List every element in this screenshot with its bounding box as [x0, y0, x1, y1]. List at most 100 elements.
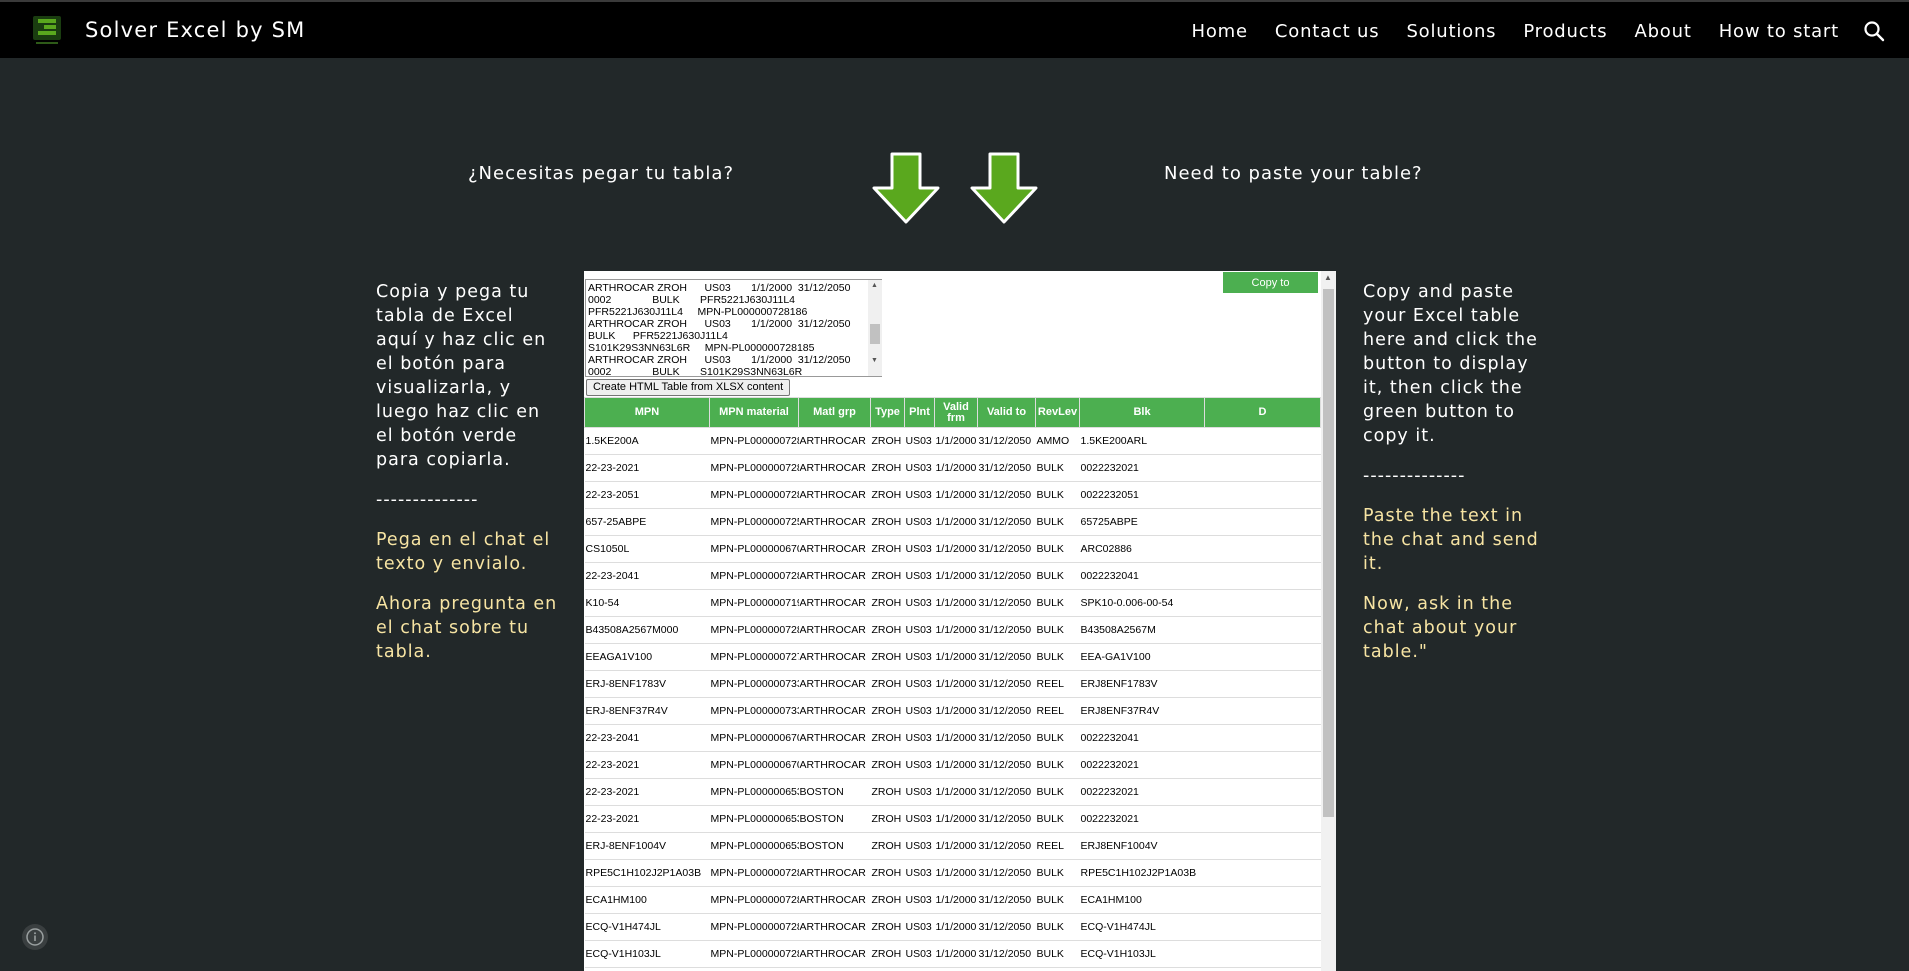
table-cell	[1204, 832, 1321, 860]
table-cell: BULK	[1035, 589, 1080, 617]
table-cell	[1204, 886, 1321, 914]
table-cell	[1204, 805, 1321, 833]
table-cell: ECQ-V1H103JL	[584, 940, 710, 968]
table-cell: ARTHROCAR	[798, 589, 871, 617]
table-cell: 1/1/2000	[934, 832, 978, 860]
table-cell	[1204, 913, 1321, 941]
table-cell	[1204, 751, 1321, 779]
solver-excel-logo[interactable]	[30, 14, 64, 48]
table-cell: US03	[904, 832, 935, 860]
table-row: 22-23-2021MPN-PL000000653237BOSTONZROHUS…	[584, 805, 1321, 833]
table-cell: 1.5KE200ARL	[1079, 427, 1205, 455]
table-cell: MPN-PL000000725259	[709, 508, 799, 536]
table-row: K10-54MPN-PL000000719739ARTHROCARZROHUS0…	[584, 589, 1321, 617]
paste-textarea[interactable]: ARTHROCAR ZROH US03 1/1/2000 31/12/2050 …	[585, 279, 882, 377]
table-cell: 22-23-2021	[584, 778, 710, 806]
embed-scrollbar[interactable]: ▲	[1321, 271, 1336, 971]
site-title[interactable]: Solver Excel by SM	[85, 18, 305, 42]
column-header: Valid frm	[934, 397, 978, 428]
table-cell: 31/12/2050	[977, 427, 1036, 455]
column-header: Type	[870, 397, 905, 428]
table-cell: BULK	[1035, 913, 1080, 941]
table-cell: ARTHROCAR	[798, 751, 871, 779]
nav-about[interactable]: About	[1634, 21, 1691, 42]
table-cell: 0022232021	[1079, 805, 1205, 833]
table-cell	[1204, 670, 1321, 698]
table-cell: BULK	[1035, 508, 1080, 536]
textarea-scrollbar-thumb[interactable]	[870, 324, 880, 344]
create-html-table-button[interactable]: Create HTML Table from XLSX content	[586, 379, 791, 396]
table-cell: MPN-PL000000728168	[709, 454, 799, 482]
table-row: ERJ-8ENF1783VMPN-PL000000733402ARTHROCAR…	[584, 670, 1321, 698]
table-cell: ZROH	[870, 643, 905, 671]
table-cell: US03	[904, 778, 935, 806]
copy-to-clipboard-button[interactable]: Copy to clipboard	[1223, 272, 1318, 310]
textarea-scrollbar[interactable]: ▲ ▼	[868, 280, 882, 376]
table-cell: ZROH	[870, 454, 905, 482]
table-cell	[1204, 427, 1321, 455]
table-cell: MPN-PL000000653214	[709, 832, 799, 860]
table-cell	[1204, 940, 1321, 968]
table-cell: US03	[904, 535, 935, 563]
table-cell: ARTHROCAR	[798, 670, 871, 698]
top-navigation-bar: Solver Excel by SM Home Contact us Solut…	[0, 0, 1909, 58]
nav-products[interactable]: Products	[1523, 21, 1607, 42]
table-cell: MPN-PL000000728217	[709, 886, 799, 914]
table-cell: 31/12/2050	[977, 562, 1036, 590]
table-cell: BULK	[1035, 751, 1080, 779]
table-cell: 31/12/2050	[977, 886, 1036, 914]
table-cell: ARTHROCAR	[798, 886, 871, 914]
table-cell: US03	[904, 481, 935, 509]
search-icon[interactable]	[1863, 20, 1885, 42]
table-cell: ARTHROCAR	[798, 859, 871, 887]
table-cell: ARTHROCAR	[798, 940, 871, 968]
table-cell: US03	[904, 724, 935, 752]
table-cell: ZROH	[870, 859, 905, 887]
instruction-text: Copia y pega tu tabla de Excel aquí y ha…	[376, 282, 547, 470]
info-icon[interactable]	[22, 924, 48, 950]
table-cell	[1204, 589, 1321, 617]
nav-contact-us[interactable]: Contact us	[1275, 21, 1380, 42]
table-cell: MPN-PL000000728178	[709, 427, 799, 455]
table-cell: 1/1/2000	[934, 535, 978, 563]
table-cell: 1/1/2000	[934, 805, 978, 833]
nav-solutions[interactable]: Solutions	[1406, 21, 1496, 42]
embed-scrollbar-thumb[interactable]	[1323, 289, 1334, 817]
table-cell: BULK	[1035, 724, 1080, 752]
table-cell: 0022232021	[1079, 454, 1205, 482]
table-cell: ZROH	[870, 805, 905, 833]
instructions-spanish: Copia y pega tu tabla de Excel aquí y ha…	[376, 280, 561, 680]
table-cell: ARTHROCAR	[798, 562, 871, 590]
heading-english: Need to paste your table?	[1164, 163, 1423, 184]
table-cell: 31/12/2050	[977, 805, 1036, 833]
table-cell: 31/12/2050	[977, 913, 1036, 941]
table-cell	[1204, 697, 1321, 725]
table-cell: 0022232021	[1079, 778, 1205, 806]
table-cell: 1/1/2000	[934, 724, 978, 752]
nav-how-to-start[interactable]: How to start	[1719, 21, 1839, 42]
table-cell: ARTHROCAR	[798, 427, 871, 455]
scroll-down-icon[interactable]: ▼	[871, 357, 878, 364]
table-row: B43508A2567M000MPN-PL000000728112ARTHROC…	[584, 616, 1321, 644]
table-cell: ECA1HM100	[584, 886, 710, 914]
table-cell: ZROH	[870, 913, 905, 941]
table-cell: BULK	[1035, 805, 1080, 833]
table-cell: MPN-PL000000728212	[709, 940, 799, 968]
table-cell: MPN-PL000000653237	[709, 805, 799, 833]
scroll-up-icon[interactable]: ▲	[871, 282, 878, 289]
table-cell: US03	[904, 859, 935, 887]
table-cell: 31/12/2050	[977, 778, 1036, 806]
scroll-up-icon[interactable]: ▲	[1324, 273, 1332, 282]
table-cell: B43508A2567M	[1079, 616, 1205, 644]
table-cell: ARTHROCAR	[798, 643, 871, 671]
column-header: MPN material	[709, 397, 799, 428]
table-cell: 31/12/2050	[977, 508, 1036, 536]
table-cell: ECQ-V1H474JL	[584, 913, 710, 941]
table-cell: 1/1/2000	[934, 481, 978, 509]
table-cell: 1/1/2000	[934, 562, 978, 590]
nav-home[interactable]: Home	[1192, 21, 1248, 42]
table-cell: ZROH	[870, 751, 905, 779]
table-row: CS1050LMPN-PL000000670433ARTHROCARZROHUS…	[584, 535, 1321, 563]
table-cell: MPN-PL000000728161	[709, 481, 799, 509]
table-cell: US03	[904, 562, 935, 590]
